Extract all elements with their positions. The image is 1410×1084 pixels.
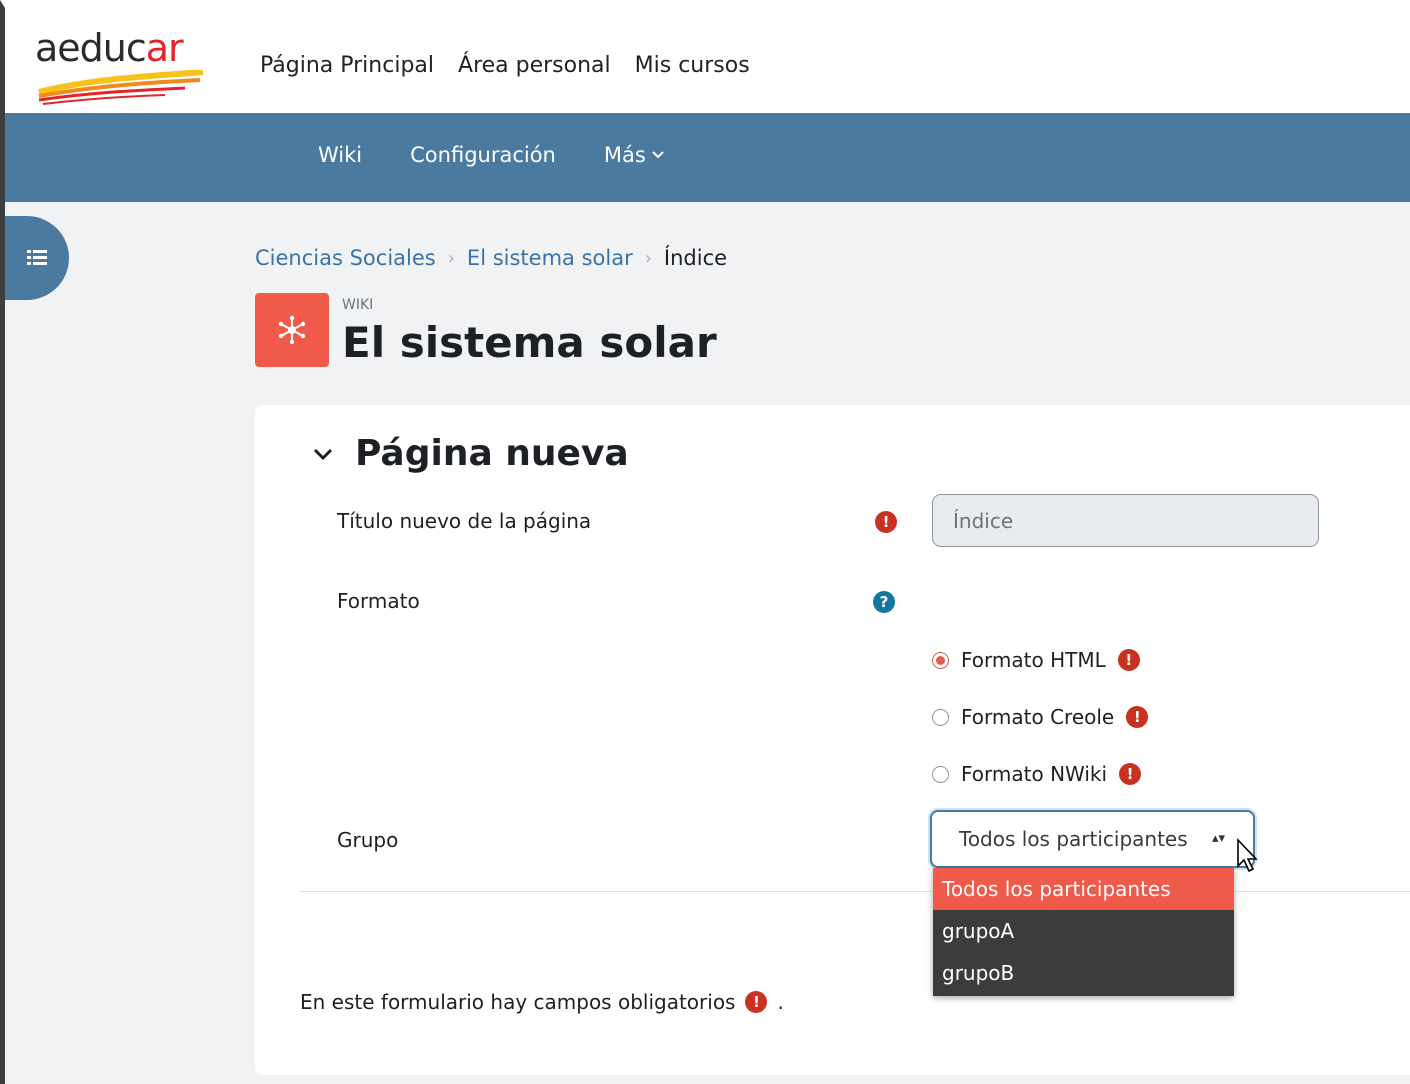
dropdown-option-all[interactable]: Todos los participantes (933, 868, 1234, 910)
required-note-end: . (777, 990, 784, 1014)
breadcrumb-course[interactable]: Ciencias Sociales (255, 246, 436, 270)
logo-text: aeducar (35, 26, 184, 70)
required-fields-note: En este formulario hay campos obligatori… (300, 990, 784, 1014)
dropdown-option-groupb[interactable]: grupoB (933, 952, 1234, 994)
group-field-label: Grupo (337, 828, 399, 852)
required-icon: ! (1119, 763, 1142, 785)
tab-settings[interactable]: Configuración (410, 143, 556, 167)
activity-type-label: WIKI (342, 297, 374, 313)
nav-home[interactable]: Página Principal (260, 53, 434, 78)
breadcrumb: Ciencias Sociales › El sistema solar › Í… (255, 246, 727, 270)
required-icon: ! (1126, 706, 1149, 728)
radio-format-creole[interactable]: Formato Creole ! (932, 705, 1149, 729)
required-icon: ! (875, 511, 897, 533)
aeducar-logo[interactable]: aeducar (35, 26, 210, 106)
breadcrumb-separator-icon: › (447, 247, 455, 269)
secondary-navbar: Wiki Configuración Más (0, 113, 1410, 202)
form-card: Página nueva Título nuevo de la página !… (255, 405, 1410, 1075)
wiki-icon (278, 315, 306, 345)
wiki-activity-icon (255, 293, 329, 367)
radio-label: Formato Creole (961, 705, 1115, 729)
section-title: Página nueva (355, 433, 629, 474)
mouse-pointer-icon (1237, 838, 1258, 873)
nav-dashboard[interactable]: Área personal (458, 53, 611, 78)
breadcrumb-separator-icon: › (644, 247, 652, 269)
radio-button[interactable] (932, 765, 949, 783)
section-toggle[interactable]: Página nueva (313, 433, 629, 474)
format-field-label: Formato (337, 589, 420, 613)
required-icon: ! (745, 991, 768, 1013)
tab-more-label: Más (603, 143, 646, 167)
top-navbar: aeducar Página Principal Área personal M… (0, 0, 1410, 113)
required-icon: ! (1117, 649, 1140, 671)
tab-more[interactable]: Más (604, 143, 664, 167)
radio-button[interactable] (932, 708, 949, 726)
title-field-label: Título nuevo de la página (337, 509, 592, 533)
nav-my-courses[interactable]: Mis cursos (635, 53, 750, 78)
secondary-navigation: Wiki Configuración Más (318, 143, 664, 167)
radio-label: Formato HTML (961, 648, 1106, 672)
dropdown-option-groupa[interactable]: grupoA (933, 910, 1234, 952)
form-divider (299, 891, 1410, 892)
help-icon[interactable]: ? (873, 591, 895, 613)
breadcrumb-activity[interactable]: El sistema solar (467, 246, 633, 270)
left-border (0, 202, 5, 1084)
logo-swoosh-icon (38, 70, 204, 105)
radio-format-html[interactable]: Formato HTML ! (932, 648, 1140, 672)
select-arrows-icon: ▴▾ (1211, 831, 1225, 846)
course-index-toggle[interactable] (5, 216, 69, 300)
group-select[interactable]: Todos los participantes ▴▾ (930, 810, 1255, 868)
list-icon (27, 250, 47, 265)
radio-label: Formato NWiki (961, 762, 1108, 786)
page-title-input[interactable] (932, 494, 1319, 547)
required-note-text: En este formulario hay campos obligatori… (300, 990, 736, 1014)
chevron-down-icon (313, 448, 333, 460)
tab-wiki[interactable]: Wiki (318, 143, 362, 167)
primary-navigation: Página Principal Área personal Mis curso… (260, 53, 750, 78)
chevron-down-icon (652, 151, 664, 159)
breadcrumb-current: Índice (663, 246, 728, 270)
radio-format-nwiki[interactable]: Formato NWiki ! (932, 762, 1142, 786)
group-select-value: Todos los participantes (959, 827, 1188, 851)
radio-button[interactable] (932, 651, 949, 669)
page-title: El sistema solar (342, 318, 717, 367)
group-dropdown-list[interactable]: Todos los participantes grupoA grupoB (933, 868, 1234, 996)
